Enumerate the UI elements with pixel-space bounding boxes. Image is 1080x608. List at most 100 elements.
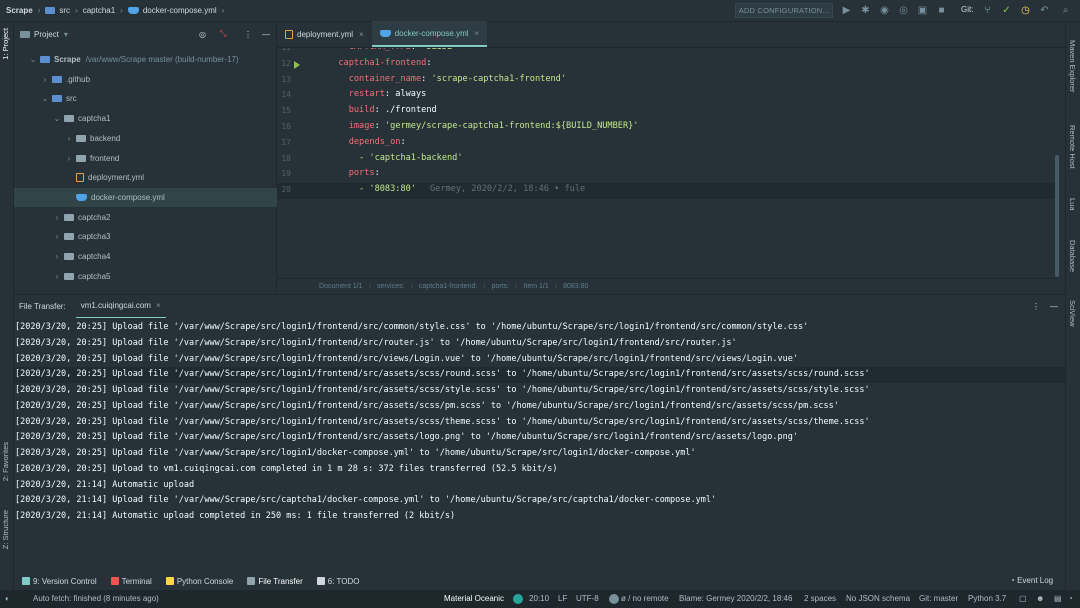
tool-tab[interactable]: 6: TODO (316, 577, 360, 586)
close-icon[interactable]: × (156, 301, 161, 310)
locate-icon[interactable]: ◎ (199, 30, 206, 39)
database-tab[interactable]: Database (1068, 240, 1077, 272)
chevron-down-icon[interactable]: ⌄ (40, 94, 50, 103)
chevron-right-icon: › (368, 283, 371, 290)
indent-setting[interactable]: 2 spaces (804, 594, 836, 603)
breadcrumb-file[interactable]: docker-compose.yml (143, 6, 217, 15)
run-gutter-icon[interactable] (294, 61, 300, 69)
maven-explorer-tab[interactable]: Maven Explorer (1068, 40, 1077, 93)
chevron-right-icon[interactable]: › (52, 213, 62, 222)
chevron-right-icon[interactable]: › (64, 154, 74, 163)
file-transfer-log[interactable]: [2020/3/20, 20:25] Upload file '/var/www… (14, 318, 1065, 570)
editor-breadcrumb-item[interactable]: ports: (492, 283, 510, 290)
inspection-icon[interactable]: ☻ (1036, 594, 1044, 603)
theme-icon (513, 594, 523, 604)
coverage-icon[interactable]: ◉ (879, 5, 890, 16)
tree-item[interactable]: ⌄ captcha1 (14, 109, 277, 128)
tree-item[interactable]: deployment.yml (14, 168, 277, 187)
project-tool-tab[interactable]: 1: Project (1, 28, 10, 60)
git-rollback-icon[interactable]: ↶ (1039, 5, 1050, 16)
sciview-tab[interactable]: SciView (1068, 300, 1077, 327)
tree-item[interactable]: › captcha5 (14, 267, 277, 286)
chevron-down-icon[interactable]: ▾ (64, 30, 68, 39)
breadcrumb-captcha1[interactable]: captcha1 (83, 6, 115, 15)
breadcrumb-src[interactable]: src (59, 6, 70, 15)
lua-tab[interactable]: Lua (1068, 198, 1077, 211)
remote-host-status[interactable]: ø / no remote (621, 594, 669, 603)
tool-tab[interactable]: Python Console (165, 577, 233, 586)
caret-position[interactable]: 20:10 (529, 594, 549, 603)
memory-icon[interactable]: ▤ (1054, 594, 1062, 603)
build-icon[interactable]: ▣ (917, 5, 928, 16)
tree-item[interactable]: ⌄ src (14, 89, 277, 108)
chevron-down-icon[interactable]: ⌄ (28, 55, 38, 64)
stop-icon[interactable]: ■ (936, 5, 947, 16)
git-history-icon[interactable]: ◷ (1020, 5, 1031, 16)
event-log-button[interactable]: ◔ Event Log (1010, 576, 1053, 585)
status-message[interactable]: Auto fetch: finished (8 minutes ago) (33, 594, 159, 603)
tree-item[interactable]: › backend (14, 129, 277, 148)
add-configuration-button[interactable]: ADD CONFIGURATION... (735, 3, 833, 18)
folder-icon (64, 233, 74, 241)
tab-docker-compose-yml[interactable]: docker-compose.yml × (371, 21, 488, 47)
remote-host-icon (609, 594, 619, 604)
tree-item[interactable]: ⌄ Scrape/var/www/Scrape master (build-num… (14, 50, 277, 69)
debug-icon[interactable]: ✱ (860, 5, 871, 16)
editor-scrollbar[interactable] (1055, 155, 1059, 277)
editor-breadcrumb-item[interactable]: 8083:80 (563, 283, 588, 290)
tab-deployment-yml[interactable]: deployment.yml × (277, 21, 372, 47)
chevron-right-icon[interactable]: › (52, 252, 62, 261)
status-icon[interactable]: ◐ (5, 594, 10, 603)
profile-icon[interactable]: ◎ (898, 5, 909, 16)
lock-icon[interactable]: ▢ (1019, 594, 1027, 603)
chevron-right-icon[interactable]: › (52, 272, 62, 281)
file-encoding[interactable]: UTF-8 (576, 594, 599, 603)
editor-breadcrumb-item[interactable]: captcha1-frontend: (419, 283, 477, 290)
chevron-right-icon[interactable]: › (52, 232, 62, 241)
json-schema[interactable]: No JSON schema (846, 594, 910, 603)
hide-icon[interactable]: — (1050, 302, 1058, 311)
tree-item[interactable]: › frontend (14, 149, 277, 168)
tool-tab[interactable]: File Transfer (247, 577, 303, 586)
options-icon[interactable]: ⋮ (1032, 302, 1040, 311)
tool-tab[interactable]: Terminal (110, 577, 152, 586)
run-icon[interactable]: ▶ (841, 5, 852, 16)
tree-item[interactable]: docker-compose.yml (14, 187, 277, 207)
editor-breadcrumb-item[interactable]: Item 1/1 (523, 283, 548, 290)
git-branch[interactable]: Git: master (919, 594, 958, 603)
theme-switcher[interactable]: Material Oceanic (444, 594, 504, 603)
left-tool-strip: 1: Project 2: Favorites Z: Structure (0, 22, 14, 590)
git-commit-icon[interactable]: ✓ (1001, 5, 1012, 16)
code-editor[interactable]: 11 CAPTCHA_TYPE: 'SLIDE' 12 captcha1-fron… (277, 48, 1057, 278)
git-update-icon[interactable]: ⑂ (982, 5, 993, 16)
breadcrumb-project[interactable]: Scrape (6, 6, 33, 15)
hide-icon[interactable]: — (262, 30, 270, 39)
structure-tool-tab[interactable]: Z: Structure (1, 510, 10, 549)
close-icon[interactable]: × (475, 29, 480, 38)
log-line: [2020/3/20, 20:25] Upload file '/var/www… (15, 416, 870, 427)
favorites-tool-tab[interactable]: 2: Favorites (1, 442, 10, 481)
notifications-icon[interactable]: ◔ (1068, 594, 1073, 603)
project-view-selector[interactable]: Project (34, 30, 59, 39)
tree-item[interactable]: › .github (14, 70, 277, 89)
tree-item[interactable]: › captcha3 (14, 227, 277, 246)
line-separator[interactable]: LF (558, 594, 567, 603)
python-interpreter[interactable]: Python 3.7 (968, 594, 1006, 603)
options-icon[interactable]: ⋮ (244, 30, 252, 39)
chevron-down-icon[interactable]: ⌄ (52, 114, 62, 123)
tree-item[interactable]: › captcha2 (14, 208, 277, 227)
log-line: [2020/3/20, 20:25] Upload file '/var/www… (15, 337, 737, 348)
tab-vm1-cuiqingcai[interactable]: vm1.cuiqingcai.com × (75, 295, 166, 319)
collapse-all-icon[interactable]: ⤡ (220, 29, 226, 39)
remote-host-tab[interactable]: Remote Host (1068, 125, 1077, 169)
close-icon[interactable]: × (359, 30, 364, 39)
editor-breadcrumb-item[interactable]: services: (377, 283, 405, 290)
blame-info[interactable]: Blame: Germey 2020/2/2, 18:46 (679, 594, 792, 603)
tree-item[interactable]: › captcha4 (14, 247, 277, 266)
tool-tab[interactable]: 9: Version Control (22, 577, 97, 586)
search-everywhere-icon[interactable]: ⌕ (1060, 5, 1071, 16)
chevron-right-icon[interactable]: › (40, 75, 50, 84)
chevron-right-icon[interactable]: › (64, 134, 74, 143)
editor-breadcrumb-item[interactable]: Document 1/1 (319, 283, 363, 290)
